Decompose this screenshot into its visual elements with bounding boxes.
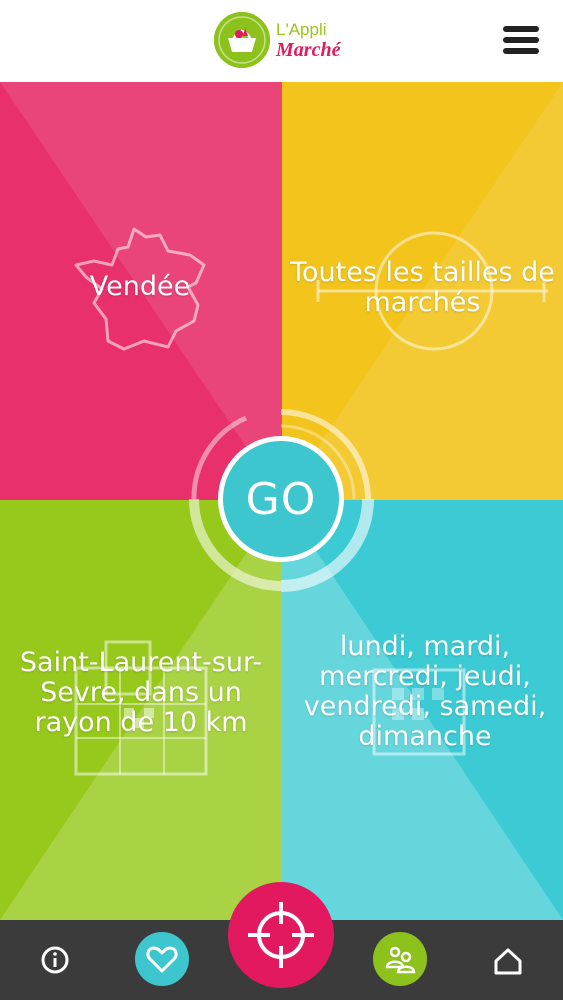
market-size-label: Toutes les tailles de marchés [290,257,555,318]
heart-icon[interactable] [135,932,189,986]
go-button[interactable]: GO [218,436,344,562]
logo-title: L'Appli [276,19,327,39]
location-label: Vendée [89,271,191,302]
crosshair-icon[interactable] [228,882,334,988]
basket-logo-icon [214,12,270,68]
distance-label: Saint-Laurent-sur-Sevre, dans un rayon d… [19,647,263,738]
users-icon[interactable] [373,932,427,986]
go-label: GO [245,473,317,525]
days-label: lundi, mardi, mercredi, jeudi, vendredi,… [303,631,547,752]
app-logo[interactable]: L'Appli Marché [214,12,340,68]
app-screen: L'Appli Marché Vendée Toutes les tailles… [0,0,563,1000]
home-icon[interactable] [488,941,528,981]
logo-subtitle: Marché [276,38,341,61]
info-icon[interactable] [36,941,74,979]
hamburger-icon[interactable] [503,26,539,56]
header: L'Appli Marché [0,0,563,82]
